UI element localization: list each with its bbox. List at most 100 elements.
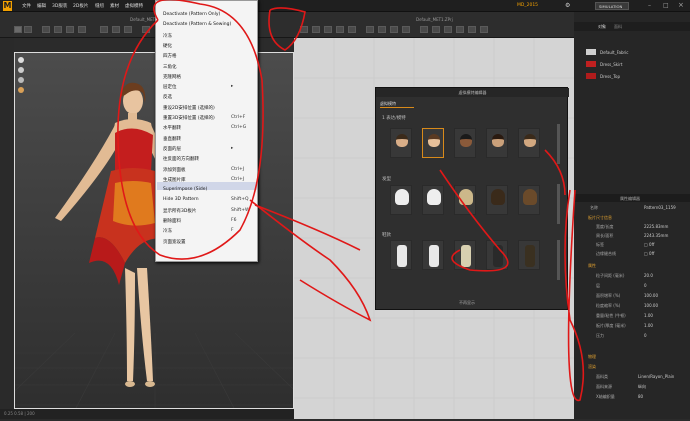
menu-3d-garment[interactable]: 3D服装	[52, 3, 67, 9]
context-menu-item[interactable]: 往反面的方向翻转	[163, 156, 199, 162]
context-menu-item[interactable]: 反选	[163, 94, 172, 100]
pattern-select-icon[interactable]	[300, 26, 308, 33]
hair-thumb[interactable]	[390, 185, 412, 215]
text-tool-icon[interactable]	[420, 26, 428, 33]
avatar-thumb[interactable]	[518, 128, 540, 158]
prop-name-value[interactable]: Pattern03_1159	[644, 205, 676, 210]
sewing-tool-icon[interactable]	[100, 26, 108, 33]
avatar-tool-icon[interactable]	[142, 26, 150, 33]
shoe-thumb[interactable]	[390, 240, 412, 270]
select-tool-icon[interactable]	[14, 26, 22, 33]
edit-sewing-icon[interactable]	[390, 26, 398, 33]
free-sewing-icon[interactable]	[378, 26, 386, 33]
scrollbar[interactable]	[557, 124, 560, 164]
move-tool-icon[interactable]	[24, 26, 32, 33]
avatar-thumb[interactable]	[390, 128, 412, 158]
fabric-name[interactable]: Dress_Top	[600, 74, 620, 79]
mirror-icon[interactable]	[480, 26, 488, 33]
section-size[interactable]: 板片尺寸信息	[588, 215, 612, 221]
context-menu-item[interactable]: 水平翻转	[163, 125, 181, 131]
prop-value[interactable]: 100.00	[644, 303, 658, 308]
prop-value[interactable]: 20.0	[644, 273, 653, 278]
dart-tool-icon[interactable]	[348, 26, 356, 33]
avatar-thumb[interactable]	[454, 128, 476, 158]
shoe-thumb[interactable]	[454, 240, 476, 270]
minimize-icon[interactable]: –	[648, 2, 651, 9]
context-menu-item[interactable]: 删除面料	[163, 218, 181, 224]
grid-icon[interactable]	[432, 26, 440, 33]
menu-materials[interactable]: 素材	[110, 3, 119, 9]
view-fabric-icon[interactable]	[18, 77, 24, 83]
prop-value[interactable]: 0	[644, 283, 647, 288]
hair-thumb[interactable]	[422, 185, 444, 215]
context-menu-item[interactable]: Hide 3D Pattern	[163, 197, 199, 202]
prop-value[interactable]: □ 0ff	[644, 251, 654, 256]
menu-avatar[interactable]: 虚拟模特	[125, 3, 143, 9]
menu-file[interactable]: 文件	[22, 3, 31, 9]
context-menu-item[interactable]: Deactivate (Pattern Only)	[163, 12, 220, 17]
hair-thumb[interactable]	[486, 185, 508, 215]
prop-value[interactable]: Linen/Rayon_Plain	[638, 374, 674, 379]
context-menu-item[interactable]: 添加到面板	[163, 167, 186, 173]
avatar-thumb[interactable]	[486, 128, 508, 158]
tab-objects[interactable]: 对象	[598, 24, 606, 30]
scrollbar[interactable]	[557, 184, 560, 224]
gear-icon[interactable]: ⚙	[565, 2, 570, 9]
context-menu-item[interactable]: 反面的层	[163, 146, 181, 152]
context-menu-item[interactable]: 层定位	[163, 84, 177, 90]
hair-thumb[interactable]	[454, 185, 476, 215]
prop-value[interactable]: 2243.35mm	[644, 233, 668, 238]
fabric-name[interactable]: Dress_Skirt	[600, 62, 622, 67]
view-texture-icon[interactable]	[18, 87, 24, 93]
prop-value[interactable]: 0	[644, 333, 647, 338]
view-avatar-icon[interactable]	[18, 57, 24, 63]
menu-sewing[interactable]: 缝纫	[95, 3, 104, 9]
grade-icon[interactable]	[468, 26, 476, 33]
simulation-button[interactable]: SIMULATION	[595, 2, 629, 10]
polygon-tool-icon[interactable]	[312, 26, 320, 33]
context-menu-item[interactable]: 显示所有3D板片	[163, 208, 196, 214]
circle-tool-icon[interactable]	[336, 26, 344, 33]
prop-value[interactable]: 1.00	[644, 313, 653, 318]
prop-value[interactable]: 80	[638, 394, 643, 399]
context-menu-item[interactable]: 页面宽设置	[163, 239, 186, 245]
context-menu-item[interactable]: 克隆网格	[163, 74, 181, 80]
context-menu-item[interactable]: 硬化	[163, 43, 172, 49]
fold-tool-icon[interactable]	[42, 26, 50, 33]
shoe-thumb[interactable]	[518, 240, 540, 270]
view-garment-icon[interactable]	[18, 67, 24, 73]
prop-value[interactable]: 纵向	[638, 384, 646, 390]
tab-avatar[interactable]: 虚拟模特	[380, 100, 414, 108]
shoe-thumb[interactable]	[486, 240, 508, 270]
prop-value[interactable]: 1.00	[644, 323, 653, 328]
segment-sewing-icon[interactable]	[366, 26, 374, 33]
prop-value[interactable]: □ 0ff	[644, 242, 654, 247]
context-menu-item[interactable]: 重设2D安排位置 (选择的)	[163, 105, 215, 111]
scrollbar[interactable]	[557, 240, 560, 280]
texture-tool-icon[interactable]	[124, 26, 132, 33]
context-menu-item[interactable]: 生成图片库	[163, 177, 186, 183]
context-menu-item[interactable]: Deactivate (Pattern & Sewing)	[163, 22, 231, 27]
context-menu-item[interactable]: 重置3D安排位置 (选择的)	[163, 115, 215, 121]
context-menu-item[interactable]: 垂直翻转	[163, 136, 181, 142]
tack-tool-icon[interactable]	[78, 26, 86, 33]
rectangle-tool-icon[interactable]	[324, 26, 332, 33]
check-sewing-icon[interactable]	[402, 26, 410, 33]
menu-2d-pattern[interactable]: 2D板片	[73, 3, 88, 9]
hair-thumb[interactable]	[518, 185, 540, 215]
user-name[interactable]: MD_2015	[517, 3, 538, 8]
layout-icon[interactable]	[444, 26, 452, 33]
section-render[interactable]: 渲染	[588, 364, 596, 370]
context-menu-item[interactable]: 四方格	[163, 53, 177, 59]
context-menu-item[interactable]: Superimpose (Side)	[163, 187, 207, 192]
context-menu-item[interactable]: 冷冻	[163, 228, 172, 234]
prop-value[interactable]: 100.00	[644, 293, 658, 298]
maximize-icon[interactable]: □	[663, 2, 669, 9]
dont-show-checkbox[interactable]: 不再显示	[459, 300, 475, 306]
fabric-name[interactable]: Default_Fabric	[600, 50, 629, 55]
context-menu-item[interactable]: 三角化	[163, 64, 177, 70]
tab-fabric[interactable]: 面料	[614, 24, 622, 30]
pin-tool-icon[interactable]	[66, 26, 74, 33]
avatar-thumb[interactable]	[422, 128, 444, 158]
garment-tool-icon[interactable]	[54, 26, 62, 33]
